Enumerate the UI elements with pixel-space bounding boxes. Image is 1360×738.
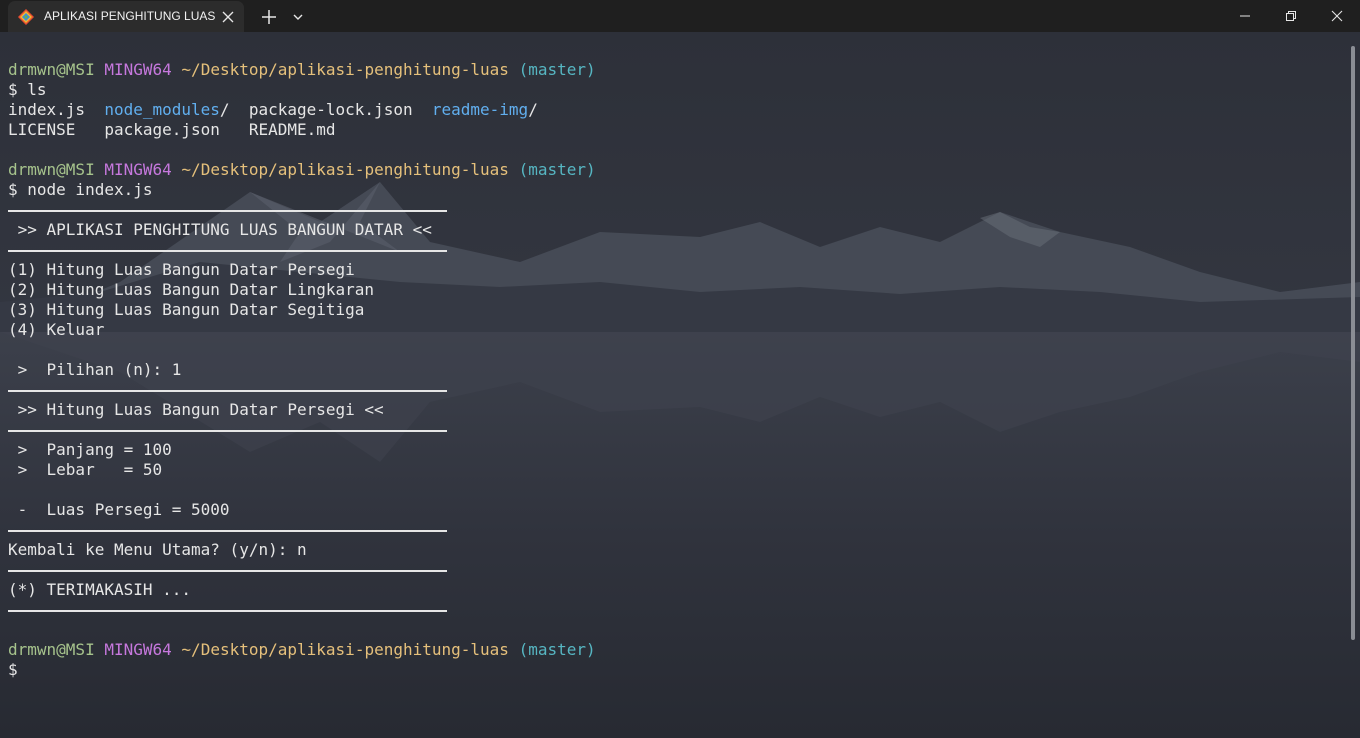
prompt-branch: (master) <box>518 160 596 179</box>
terminal-window: APLIKASI PENGHITUNG LUAS drmwn@MSI MINGW… <box>0 0 1360 738</box>
choice-input: > Pilihan (n): 1 <box>8 360 182 379</box>
menu-item: (3) Hitung Luas Bangun Datar Segitiga <box>8 300 365 319</box>
terminal-output[interactable]: drmwn@MSI MINGW64 ~/Desktop/aplikasi-pen… <box>8 60 1338 720</box>
prompt-branch: (master) <box>518 640 596 659</box>
width-input: > Lebar = 50 <box>8 460 163 479</box>
prompt-branch: (master) <box>518 60 596 79</box>
prompt-path: ~/Desktop/aplikasi-penghitung-luas <box>181 640 509 659</box>
close-icon[interactable] <box>218 7 238 27</box>
divider <box>8 240 1338 260</box>
prompt-path: ~/Desktop/aplikasi-penghitung-luas <box>181 60 509 79</box>
ls-output-row: LICENSE package.json README.md <box>8 120 1338 140</box>
close-icon <box>1331 10 1343 22</box>
prompt-user: drmwn@MSI <box>8 160 95 179</box>
command-line: $ node index.js <box>8 180 153 199</box>
ls-output-row: index.js node_modules/ package-lock.json… <box>8 100 1338 120</box>
ls-directory: readme-img <box>431 100 529 119</box>
git-bash-icon <box>18 9 34 25</box>
restore-icon <box>1286 11 1296 21</box>
ls-file: index.js <box>8 100 86 119</box>
ls-file: package-lock.json <box>248 100 413 119</box>
close-window-button[interactable] <box>1314 0 1360 32</box>
length-input: > Panjang = 100 <box>8 440 172 459</box>
ls-dir-suffix: / <box>219 100 230 119</box>
ls-file: package.json <box>104 120 220 139</box>
command-line: $ ls <box>8 80 47 99</box>
chevron-down-icon[interactable] <box>288 6 308 28</box>
ls-file: README.md <box>248 120 336 139</box>
prompt-line: drmwn@MSI MINGW64 ~/Desktop/aplikasi-pen… <box>8 60 1338 80</box>
restore-button[interactable] <box>1268 0 1314 32</box>
prompt-host: MINGW64 <box>104 160 172 179</box>
menu-item: (4) Keluar <box>8 320 105 339</box>
tab-title: APLIKASI PENGHITUNG LUAS <box>44 9 216 23</box>
menu-item: (2) Hitung Luas Bangun Datar Lingkaran <box>8 280 375 299</box>
prompt-path: ~/Desktop/aplikasi-penghitung-luas <box>181 160 509 179</box>
thanks-message: (*) TERIMAKASIH ... <box>8 580 192 599</box>
prompt-host: MINGW64 <box>104 60 172 79</box>
divider <box>8 520 1338 540</box>
prompt-host: MINGW64 <box>104 640 172 659</box>
prompt-user: drmwn@MSI <box>8 60 95 79</box>
result-line: - Luas Persegi = 5000 <box>8 500 230 519</box>
minimize-icon <box>1240 15 1250 17</box>
ls-directory: node_modules <box>104 100 220 119</box>
prompt-line: drmwn@MSI MINGW64 ~/Desktop/aplikasi-pen… <box>8 160 1338 180</box>
back-to-menu-prompt: Kembali ke Menu Utama? (y/n): n <box>8 540 307 559</box>
divider <box>8 420 1338 440</box>
divider <box>8 600 1338 620</box>
scrollbar[interactable] <box>1351 46 1355 640</box>
prompt-user: drmwn@MSI <box>8 640 95 659</box>
ls-file: LICENSE <box>8 120 76 139</box>
plus-icon[interactable] <box>258 6 280 28</box>
divider <box>8 560 1338 580</box>
terminal-tab[interactable]: APLIKASI PENGHITUNG LUAS <box>8 1 244 32</box>
sub-header: >> Hitung Luas Bangun Datar Persegi << <box>8 400 384 419</box>
ls-dir-suffix: / <box>528 100 538 119</box>
prompt-line: drmwn@MSI MINGW64 ~/Desktop/aplikasi-pen… <box>8 640 1338 660</box>
divider <box>8 200 1338 220</box>
divider <box>8 380 1338 400</box>
app-header: >> APLIKASI PENGHITUNG LUAS BANGUN DATAR… <box>8 220 432 239</box>
title-bar: APLIKASI PENGHITUNG LUAS <box>0 0 1360 32</box>
minimize-button[interactable] <box>1222 0 1268 32</box>
menu-item: (1) Hitung Luas Bangun Datar Persegi <box>8 260 355 279</box>
command-input-line[interactable]: $ <box>8 660 1338 680</box>
